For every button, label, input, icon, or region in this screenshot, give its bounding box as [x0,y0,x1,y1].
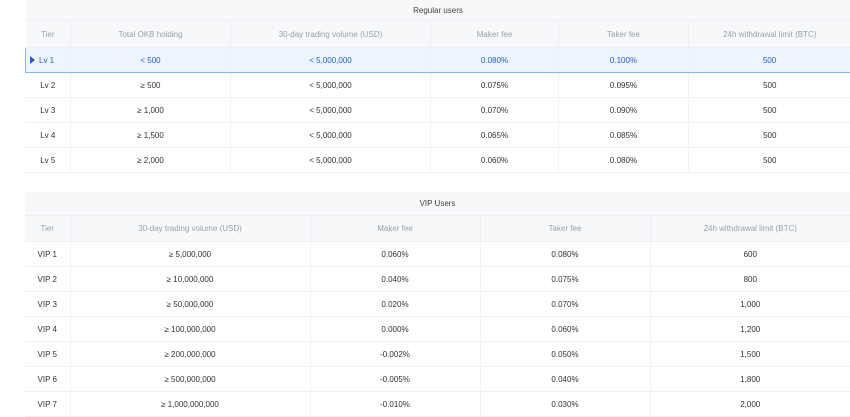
vip-row-3[interactable]: VIP 3 ≥ 50,000,000 0.020% 0.070% 1,000 [25,292,850,317]
withdrawal-limit-cell: 1,500 [650,342,850,367]
regular-users-caption-row: Regular users [26,0,850,21]
regular-users-table: Regular users Tier Total OKB holding 30-… [25,0,850,173]
header-withdrawal-limit: 24h withdrawal limit (BTC) [650,216,850,242]
maker-fee-cell: 0.080% [431,48,559,73]
maker-fee-cell: 0.065% [431,123,559,148]
regular-users-header-row: Tier Total OKB holding 30-day trading vo… [26,21,850,48]
okb-holding-cell: ≥ 500 [71,73,231,98]
tier-cell: VIP 6 [25,367,70,392]
volume-cell: < 5,000,000 [231,48,431,73]
volume-cell: ≥ 500,000,000 [70,367,310,392]
okb-holding-cell: ≥ 1,000 [71,98,231,123]
withdrawal-limit-cell: 500 [689,148,850,173]
withdrawal-limit-cell: 500 [689,48,850,73]
maker-fee-cell: 0.040% [310,267,480,292]
volume-cell: ≥ 200,000,000 [70,342,310,367]
volume-cell: < 5,000,000 [231,73,431,98]
vip-users-header-row: Tier 30-day trading volume (USD) Maker f… [25,216,850,242]
header-taker-fee: Taker fee [480,216,650,242]
tier-cell: VIP 2 [25,267,70,292]
maker-fee-cell: -0.010% [310,392,480,417]
tier-cell: Lv 4 [26,123,71,148]
volume-cell: < 5,000,000 [231,123,431,148]
withdrawal-limit-cell: 500 [689,123,850,148]
okb-holding-cell: < 500 [71,48,231,73]
tier-cell: Lv 3 [26,98,71,123]
withdrawal-limit-cell: 2,000 [650,392,850,417]
volume-cell: ≥ 10,000,000 [70,267,310,292]
vip-row-5[interactable]: VIP 5 ≥ 200,000,000 -0.002% 0.050% 1,500 [25,342,850,367]
withdrawal-limit-cell: 500 [689,73,850,98]
maker-fee-cell: -0.005% [310,367,480,392]
taker-fee-cell: 0.100% [559,48,689,73]
withdrawal-limit-cell: 600 [650,242,850,267]
withdrawal-limit-cell: 1,200 [650,317,850,342]
taker-fee-cell: 0.060% [480,317,650,342]
taker-fee-cell: 0.080% [559,148,689,173]
taker-fee-cell: 0.040% [480,367,650,392]
header-30-day-volume: 30-day trading volume (USD) [70,216,310,242]
volume-cell: ≥ 100,000,000 [70,317,310,342]
caret-right-icon [30,56,35,64]
regular-row-lv1[interactable]: Lv 1 < 500 < 5,000,000 0.080% 0.100% 500 [26,48,850,73]
withdrawal-limit-cell: 500 [689,98,850,123]
vip-row-7[interactable]: VIP 7 ≥ 1,000,000,000 -0.010% 0.030% 2,0… [25,392,850,417]
header-30-day-volume: 30-day trading volume (USD) [231,21,431,48]
tier-cell: VIP 5 [25,342,70,367]
vip-users-table: VIP Users Tier 30-day trading volume (US… [25,192,850,417]
maker-fee-cell: 0.000% [310,317,480,342]
taker-fee-cell: 0.095% [559,73,689,98]
maker-fee-cell: 0.075% [431,73,559,98]
taker-fee-cell: 0.080% [480,242,650,267]
volume-cell: < 5,000,000 [231,148,431,173]
vip-row-1[interactable]: VIP 1 ≥ 5,000,000 0.060% 0.080% 600 [25,242,850,267]
tier-label: Lv 1 [39,56,54,65]
volume-cell: ≥ 1,000,000,000 [70,392,310,417]
header-total-okb-holding: Total OKB holding [71,21,231,48]
taker-fee-cell: 0.030% [480,392,650,417]
tier-cell: VIP 3 [25,292,70,317]
header-taker-fee: Taker fee [559,21,689,48]
vip-users-caption-row: VIP Users [25,192,850,216]
maker-fee-cell: 0.070% [431,98,559,123]
vip-users-caption: VIP Users [25,192,850,216]
tier-cell: VIP 7 [25,392,70,417]
okb-holding-cell: ≥ 1,500 [71,123,231,148]
tier-cell: VIP 1 [25,242,70,267]
taker-fee-cell: 0.090% [559,98,689,123]
vip-row-4[interactable]: VIP 4 ≥ 100,000,000 0.000% 0.060% 1,200 [25,317,850,342]
volume-cell: ≥ 5,000,000 [70,242,310,267]
vip-row-2[interactable]: VIP 2 ≥ 10,000,000 0.040% 0.075% 800 [25,267,850,292]
taker-fee-cell: 0.070% [480,292,650,317]
volume-cell: < 5,000,000 [231,98,431,123]
tier-cell: Lv 1 [26,48,71,73]
maker-fee-cell: 0.060% [310,242,480,267]
withdrawal-limit-cell: 1,000 [650,292,850,317]
regular-row-lv4[interactable]: Lv 4 ≥ 1,500 < 5,000,000 0.065% 0.085% 5… [26,123,850,148]
regular-row-lv2[interactable]: Lv 2 ≥ 500 < 5,000,000 0.075% 0.095% 500 [26,73,850,98]
tier-cell: VIP 4 [25,317,70,342]
maker-fee-cell: 0.020% [310,292,480,317]
withdrawal-limit-cell: 1,800 [650,367,850,392]
okb-holding-cell: ≥ 2,000 [71,148,231,173]
header-maker-fee: Maker fee [310,216,480,242]
taker-fee-cell: 0.075% [480,267,650,292]
taker-fee-cell: 0.085% [559,123,689,148]
tier-cell: Lv 2 [26,73,71,98]
maker-fee-cell: -0.002% [310,342,480,367]
header-withdrawal-limit: 24h withdrawal limit (BTC) [689,21,850,48]
regular-row-lv3[interactable]: Lv 3 ≥ 1,000 < 5,000,000 0.070% 0.090% 5… [26,98,850,123]
header-tier: Tier [26,21,71,48]
withdrawal-limit-cell: 800 [650,267,850,292]
maker-fee-cell: 0.060% [431,148,559,173]
volume-cell: ≥ 50,000,000 [70,292,310,317]
taker-fee-cell: 0.050% [480,342,650,367]
regular-users-caption: Regular users [26,0,850,21]
vip-row-6[interactable]: VIP 6 ≥ 500,000,000 -0.005% 0.040% 1,800 [25,367,850,392]
tier-cell: Lv 5 [26,148,71,173]
regular-row-lv5[interactable]: Lv 5 ≥ 2,000 < 5,000,000 0.060% 0.080% 5… [26,148,850,173]
header-tier: Tier [25,216,70,242]
header-maker-fee: Maker fee [431,21,559,48]
